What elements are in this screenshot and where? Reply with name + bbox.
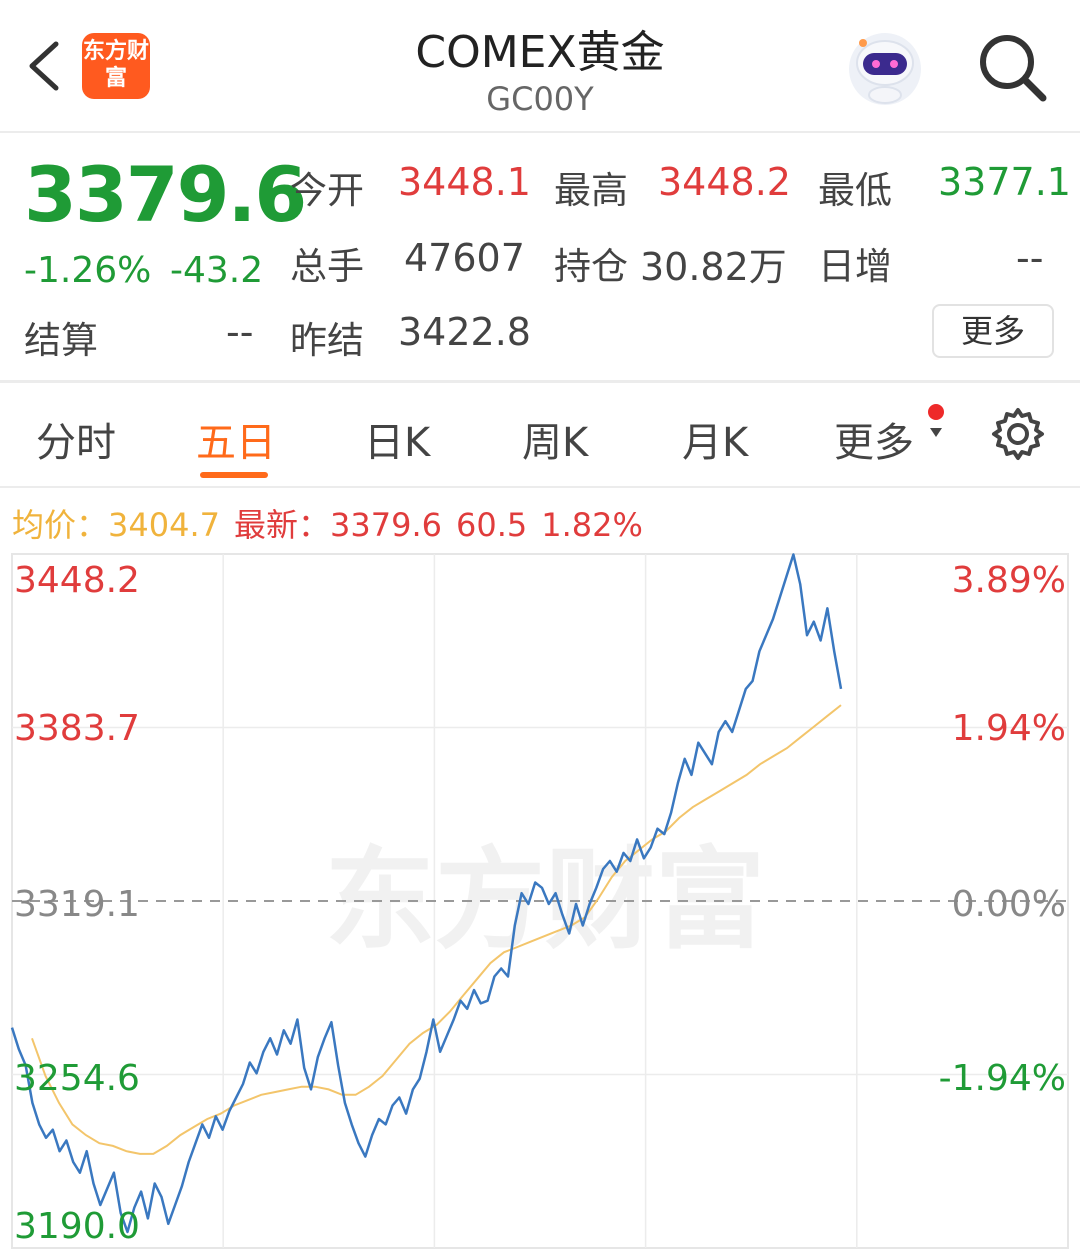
daily-increase-label: 日增	[818, 245, 892, 288]
assistant-robot-icon[interactable]	[843, 25, 927, 109]
latest-price: 3379.6	[330, 506, 442, 544]
y-tick-label: 3190.0	[14, 1206, 140, 1247]
five-day-price-chart: 东方财富3448.23383.73319.13254.63190.03.89%1…	[10, 553, 1069, 1249]
settlement-label: 结算	[24, 319, 98, 362]
tab-weekly-k[interactable]: 周K	[522, 410, 588, 468]
latest-diff: 60.5	[455, 506, 528, 544]
y-tick-label: 3448.2	[14, 560, 140, 601]
open-interest-value: 30.82万	[640, 245, 787, 289]
tab-five-day[interactable]: 五日	[196, 410, 276, 468]
change-percent: -1.26%	[24, 250, 152, 291]
low-value: 3377.1	[938, 160, 1071, 204]
open-value: 3448.1	[398, 160, 531, 204]
more-details-button[interactable]: 更多	[932, 304, 1054, 358]
prev-settlement-label: 昨结	[290, 319, 364, 362]
open-label: 今开	[290, 169, 364, 212]
daily-increase-value: --	[1016, 236, 1044, 280]
y-tick-label: 3254.6	[14, 1058, 140, 1099]
open-interest-label: 持仓	[554, 245, 628, 288]
low-label: 最低	[818, 169, 892, 212]
pct-tick-label: -1.94%	[939, 1058, 1066, 1099]
average-price-label: 均价：3404.7	[12, 506, 220, 544]
change-amount: -43.2	[170, 250, 264, 291]
latest-diff-pct: 1.82%	[541, 506, 643, 544]
settlement-value: --	[226, 310, 254, 354]
notification-dot	[928, 404, 944, 420]
volume-value: 47607	[404, 236, 525, 280]
prev-settlement-value: 3422.8	[398, 310, 531, 354]
tabs-divider	[0, 486, 1080, 488]
y-tick-label: 3383.7	[14, 708, 140, 749]
latest-label: 最新：	[233, 506, 330, 544]
pct-tick-label: 3.89%	[952, 560, 1066, 601]
volume-label: 总手	[290, 245, 364, 288]
high-label: 最高	[554, 169, 628, 212]
header-divider	[0, 131, 1080, 133]
tab-monthly-k[interactable]: 月K	[682, 410, 748, 468]
pct-tick-label: 0.00%	[952, 884, 1066, 925]
y-tick-label: 3319.1	[14, 884, 140, 925]
tab-daily-k[interactable]: 日K	[364, 410, 430, 468]
dropdown-caret-icon	[930, 428, 942, 437]
search-icon[interactable]	[975, 30, 1049, 104]
settings-gear-icon[interactable]	[990, 406, 1046, 462]
active-tab-indicator	[200, 472, 268, 478]
last-price: 3379.6	[24, 150, 307, 239]
tab-more[interactable]: 更多	[834, 410, 914, 468]
quote-divider	[0, 380, 1080, 383]
high-value: 3448.2	[658, 160, 791, 204]
chart-info-line: 均价：3404.7 最新：3379.6 60.5 1.82%	[12, 500, 657, 546]
tab-intraday[interactable]: 分时	[36, 410, 116, 468]
pct-tick-label: 1.94%	[952, 708, 1066, 749]
